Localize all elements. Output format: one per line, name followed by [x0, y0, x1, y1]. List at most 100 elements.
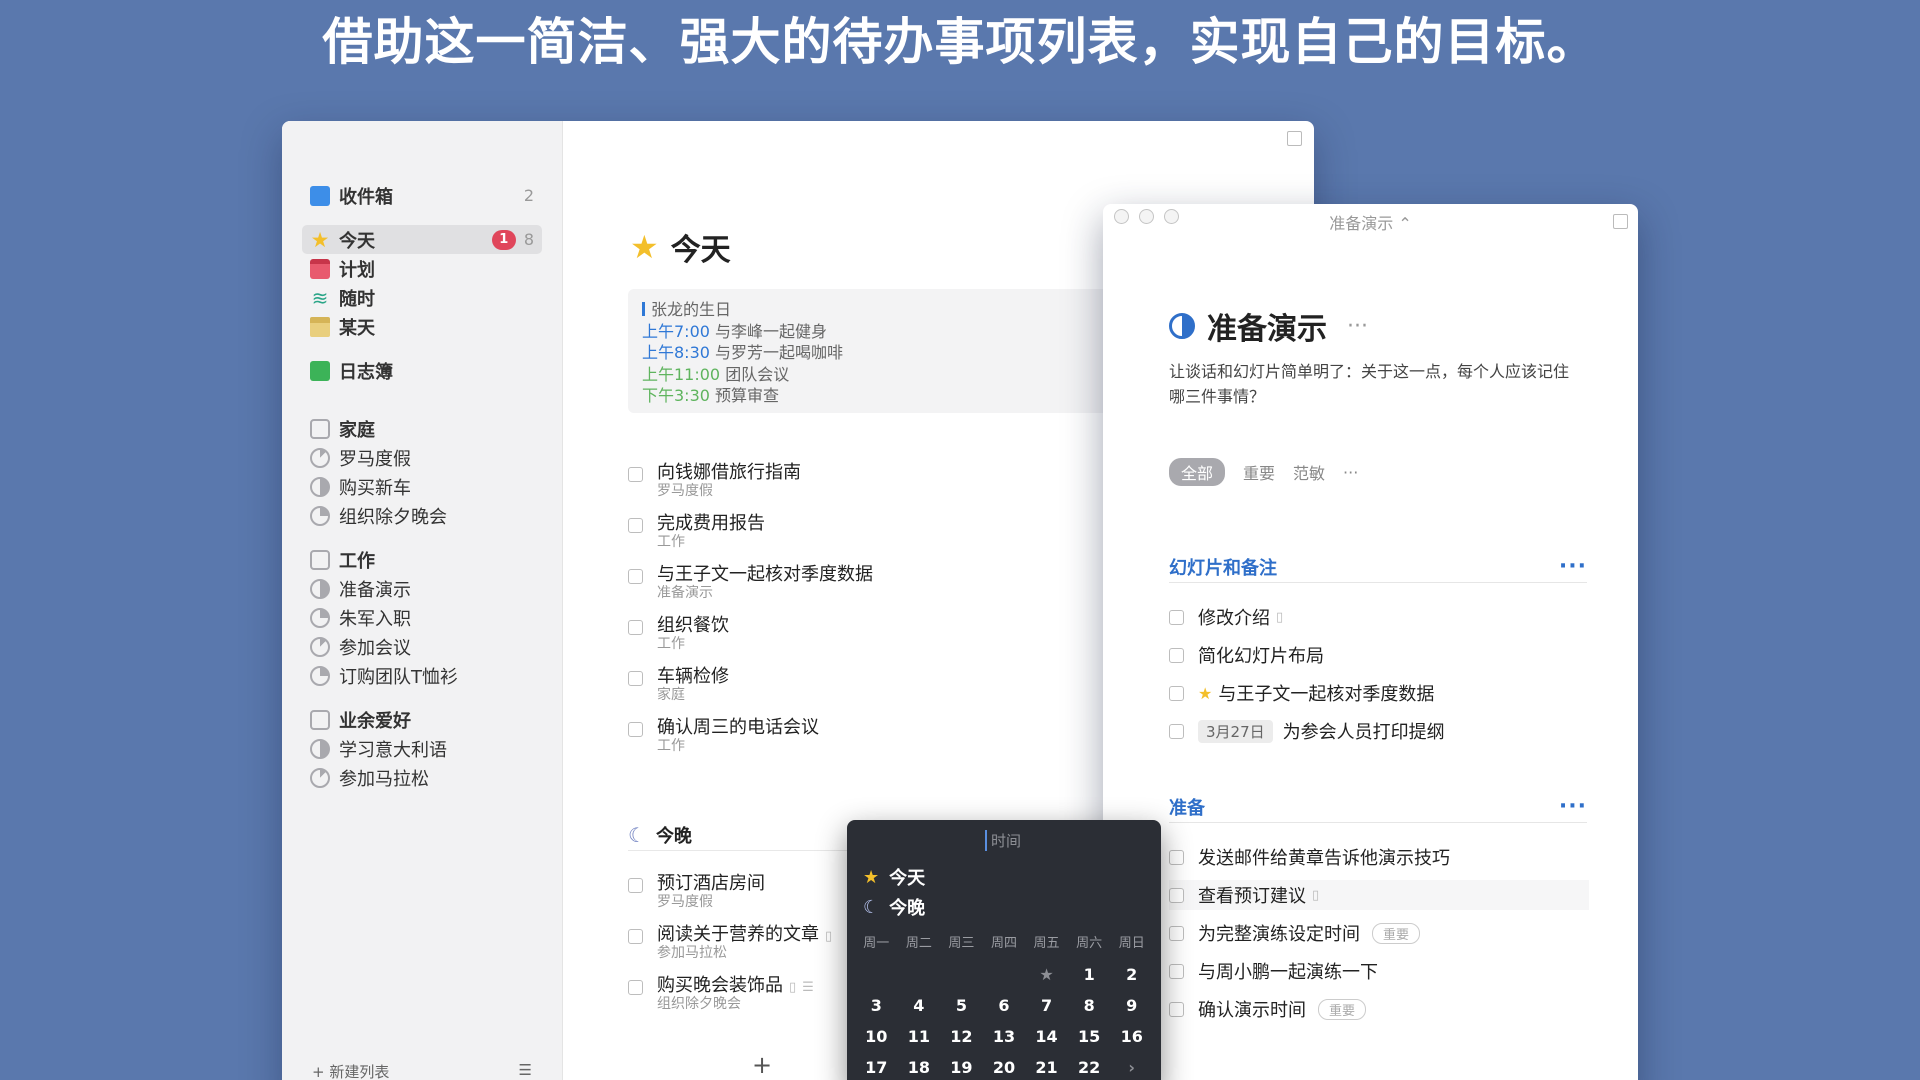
calendar-day[interactable]: 2	[1110, 965, 1153, 984]
task-checkbox[interactable]	[628, 620, 643, 635]
sidebar-area-work[interactable]: 工作	[302, 545, 542, 574]
calendar-day[interactable]: 14	[1025, 1027, 1068, 1046]
picker-option-today[interactable]: ★ 今天	[863, 864, 925, 890]
filter-settings-icon[interactable]: ☰	[519, 1061, 532, 1080]
calendar-day[interactable]: 20	[983, 1058, 1026, 1077]
new-window-icon[interactable]	[1287, 131, 1302, 146]
tag-filter-all[interactable]: 全部	[1169, 458, 1226, 486]
picker-option-evening[interactable]: ☾ 今晚	[863, 894, 925, 920]
task-item[interactable]: 简化幻灯片布局	[1169, 640, 1589, 670]
sidebar-project[interactable]: 学习意大利语	[302, 734, 542, 763]
calendar-day[interactable]: 16	[1110, 1027, 1153, 1046]
project-progress-icon	[310, 447, 330, 468]
sidebar-project[interactable]: 朱军入职	[302, 603, 542, 632]
calendar-day[interactable]: 21	[1025, 1058, 1068, 1077]
tag-filter-person[interactable]: 范敏	[1293, 460, 1325, 484]
event-item[interactable]: 上午11:00 团队会议	[642, 364, 1134, 386]
heading-more-button[interactable]: ···	[1559, 554, 1587, 579]
task-checkbox[interactable]	[1169, 1001, 1184, 1017]
task-checkbox[interactable]	[628, 878, 643, 893]
new-window-icon[interactable]	[1613, 214, 1628, 229]
window-title[interactable]: 准备演示 ⌃	[1103, 204, 1638, 240]
sidebar-item-upcoming[interactable]: 计划	[302, 254, 542, 283]
calendar-day[interactable]: 18	[898, 1058, 941, 1077]
calendar-day[interactable]: 1	[1068, 965, 1111, 984]
section-heading[interactable]: 幻灯片和备注 ···	[1169, 551, 1587, 583]
sidebar-project[interactable]: 罗马度假	[302, 443, 542, 472]
calendar-day[interactable]: 6	[983, 996, 1026, 1015]
task-item[interactable]: ★ 与王子文一起核对季度数据	[1169, 678, 1589, 708]
calendar-day[interactable]: 10	[855, 1027, 898, 1046]
calendar-day[interactable]: 12	[940, 1027, 983, 1046]
task-item[interactable]: 修改介绍 ▯	[1169, 602, 1589, 632]
task-item[interactable]: 发送邮件给黄章告诉他演示技巧	[1169, 842, 1589, 872]
calendar-day[interactable]: 17	[855, 1058, 898, 1077]
sidebar-area-hobbies[interactable]: 业余爱好	[302, 705, 542, 734]
sidebar-project[interactable]: 准备演示	[302, 574, 542, 603]
task-item[interactable]: 3月27日 为参会人员打印提纲	[1169, 716, 1589, 746]
task-checkbox[interactable]	[1169, 609, 1184, 625]
task-checkbox[interactable]	[628, 518, 643, 533]
calendar-day[interactable]: 3	[855, 996, 898, 1015]
event-item[interactable]: 上午8:30 与罗芳一起喝咖啡	[642, 342, 1134, 364]
calendar-day[interactable]: 15	[1068, 1027, 1111, 1046]
event-item[interactable]: 下午3:30 预算审查	[642, 385, 1134, 407]
calendar-day[interactable]: 4	[898, 996, 941, 1015]
project-progress-icon	[310, 476, 330, 497]
star-icon: ★	[863, 866, 880, 888]
section-heading[interactable]: 准备 ···	[1169, 791, 1587, 823]
calendar-day[interactable]: 11	[898, 1027, 941, 1046]
when-input[interactable]: 时间	[985, 830, 1021, 851]
task-checkbox[interactable]	[628, 722, 643, 737]
calendar-day[interactable]: 9	[1110, 996, 1153, 1015]
task-checkbox[interactable]	[628, 569, 643, 584]
sidebar-item-inbox[interactable]: 收件箱 2	[302, 181, 542, 210]
sidebar-item-logbook[interactable]: 日志簿	[302, 356, 542, 385]
task-checkbox[interactable]	[1169, 925, 1184, 941]
note-icon: ▯	[1312, 887, 1320, 903]
add-task-button[interactable]: +	[752, 1051, 772, 1079]
task-checkbox[interactable]	[1169, 647, 1184, 663]
task-checkbox[interactable]	[1169, 887, 1184, 903]
task-checkbox[interactable]	[1169, 685, 1184, 701]
task-item[interactable]: 与周小鹏一起演练一下	[1169, 956, 1589, 986]
sidebar-project[interactable]: 组织除夕晚会	[302, 501, 542, 530]
task-checkbox[interactable]	[628, 929, 643, 944]
sidebar-project[interactable]: 参加会议	[302, 632, 542, 661]
tag-filter-important[interactable]: 重要	[1243, 460, 1275, 484]
calendar-day[interactable]: 13	[983, 1027, 1026, 1046]
more-options-button[interactable]: ···	[1347, 314, 1368, 339]
sidebar-area-family[interactable]: 家庭	[302, 414, 542, 443]
sidebar-project[interactable]: 订购团队T恤衫	[302, 661, 542, 690]
task-checkbox[interactable]	[1169, 723, 1184, 739]
sidebar-project[interactable]: 购买新车	[302, 472, 542, 501]
tag-more-button[interactable]: ···	[1343, 463, 1358, 482]
new-list-button[interactable]: + 新建列表	[312, 1061, 389, 1080]
task-checkbox[interactable]	[628, 980, 643, 995]
event-item[interactable]: 上午7:00 与李峰一起健身	[642, 321, 1134, 343]
task-checkbox[interactable]	[1169, 963, 1184, 979]
area-box-icon	[310, 418, 330, 439]
task-item[interactable]: 查看预订建议 ▯	[1169, 880, 1589, 910]
project-notes[interactable]: 让谈话和幻灯片简单明了：关于这一点，每个人应该记住哪三件事情？	[1169, 359, 1569, 409]
sidebar-item-today[interactable]: ★ 今天 1 8	[302, 225, 542, 254]
calendar-day[interactable]: 5	[940, 996, 983, 1015]
today-star-icon[interactable]: ★	[1025, 965, 1068, 984]
task-item[interactable]: 确认演示时间 重要	[1169, 994, 1589, 1024]
event-item[interactable]: 张龙的生日	[642, 299, 1134, 321]
heading-more-button[interactable]: ···	[1559, 794, 1587, 819]
calendar-day[interactable]: 22	[1068, 1058, 1111, 1077]
area-box-icon	[310, 709, 330, 730]
next-month-chevron-icon[interactable]: ›	[1110, 1058, 1153, 1077]
task-item[interactable]: 为完整演练设定时间 重要	[1169, 918, 1589, 948]
task-checkbox[interactable]	[628, 467, 643, 482]
calendar-day[interactable]: 8	[1068, 996, 1111, 1015]
task-checkbox[interactable]	[628, 671, 643, 686]
calendar-day[interactable]: 19	[940, 1058, 983, 1077]
task-checkbox[interactable]	[1169, 849, 1184, 865]
star-icon: ★	[1198, 683, 1213, 703]
calendar-day[interactable]: 7	[1025, 996, 1068, 1015]
sidebar-project[interactable]: 参加马拉松	[302, 763, 542, 792]
sidebar-item-someday[interactable]: 某天	[302, 312, 542, 341]
sidebar-item-anytime[interactable]: ≋ 随时	[302, 283, 542, 312]
